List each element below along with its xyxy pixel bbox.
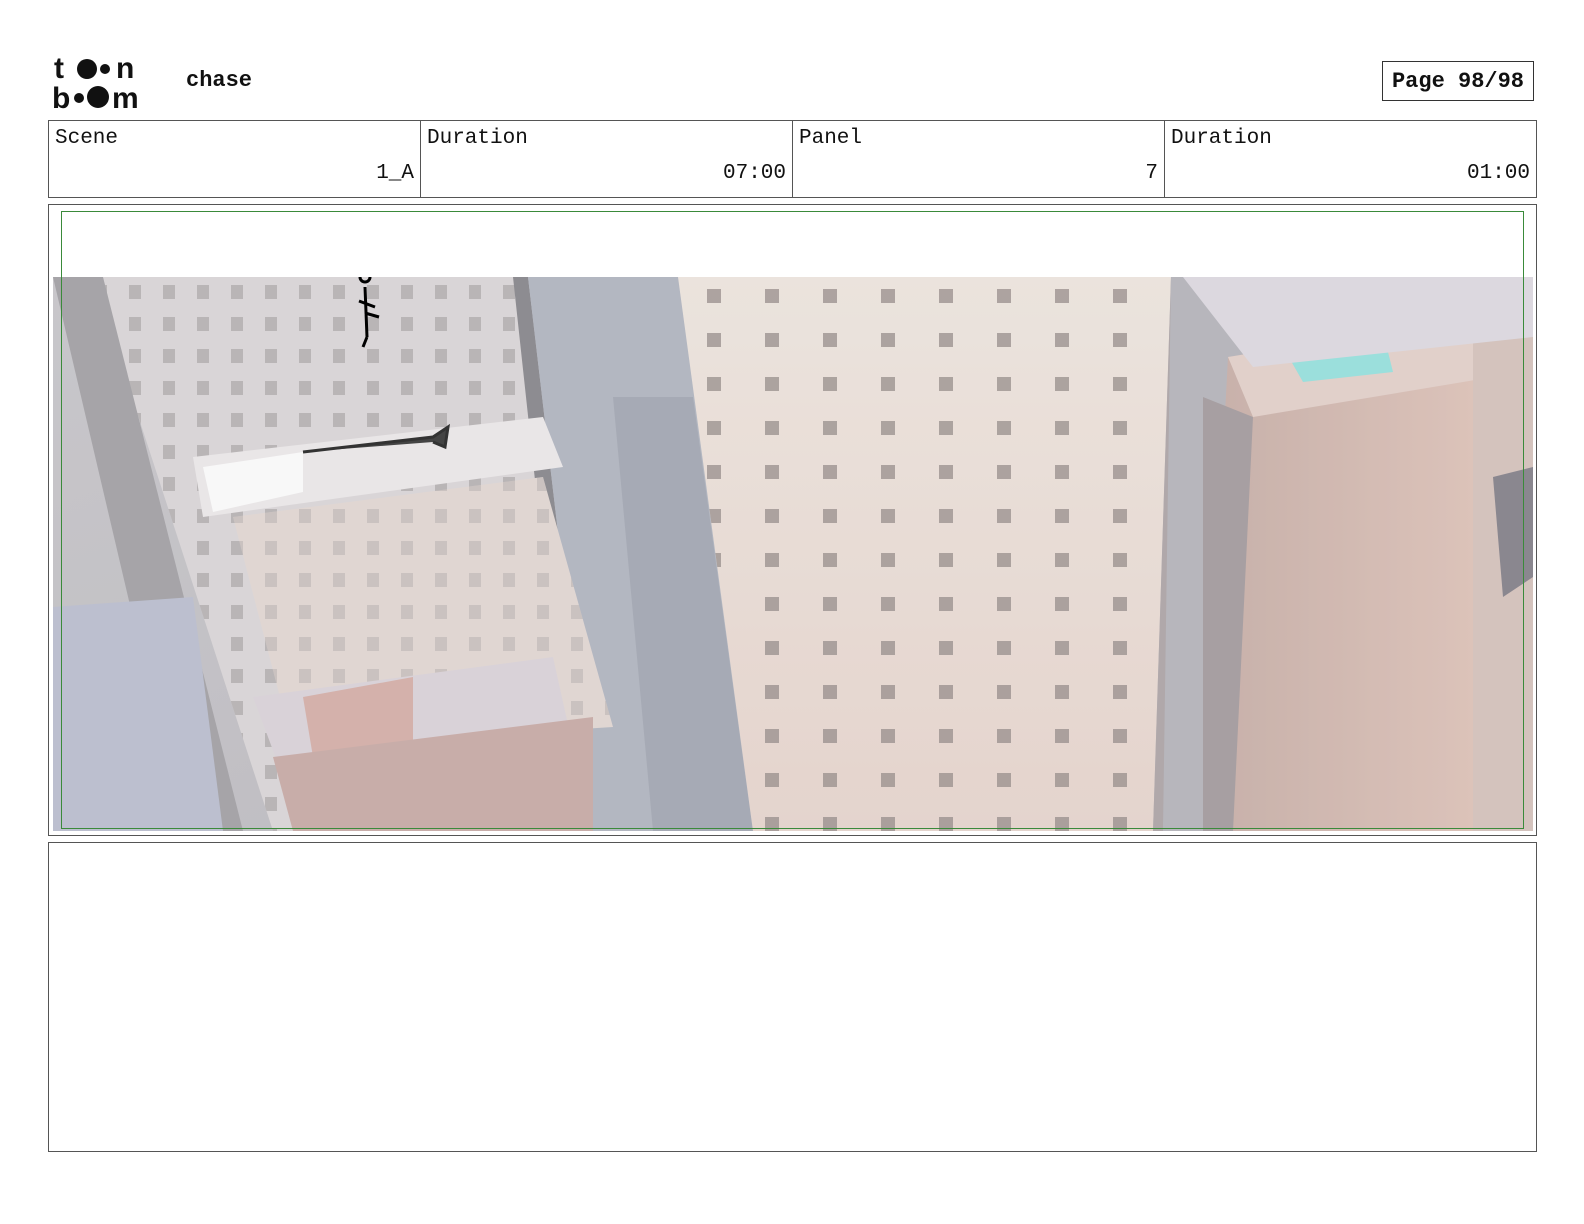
toon-boom-logo: t n b m (52, 52, 139, 112)
panel-info-row: Scene 1_A Duration 07:00 Panel 7 Duratio… (48, 120, 1537, 198)
panel-duration-label: Duration (1171, 127, 1272, 150)
panel-notes (48, 842, 1537, 1152)
scene-duration-value: 07:00 (722, 162, 786, 185)
scene-cell: Scene 1_A (49, 121, 421, 197)
storyboard-drawing (53, 277, 1533, 831)
svg-text:n: n (116, 52, 134, 85)
scene-value: 1_A (376, 162, 414, 185)
svg-text:b: b (52, 82, 70, 112)
panel-duration-value: 01:00 (1466, 162, 1530, 185)
project-title: chase (186, 68, 253, 93)
svg-text:t: t (54, 52, 64, 85)
scene-duration-cell: Duration 07:00 (421, 121, 793, 197)
panel-frame (48, 204, 1537, 836)
panel-value: 7 (1145, 162, 1158, 185)
panel-label: Panel (799, 127, 863, 150)
svg-text:m: m (112, 82, 139, 112)
scene-label: Scene (55, 127, 119, 150)
page-indicator: Page 98/98 (1382, 61, 1534, 101)
scene-duration-label: Duration (427, 127, 528, 150)
panel-duration-cell: Duration 01:00 (1165, 121, 1536, 197)
panel-cell: Panel 7 (793, 121, 1165, 197)
